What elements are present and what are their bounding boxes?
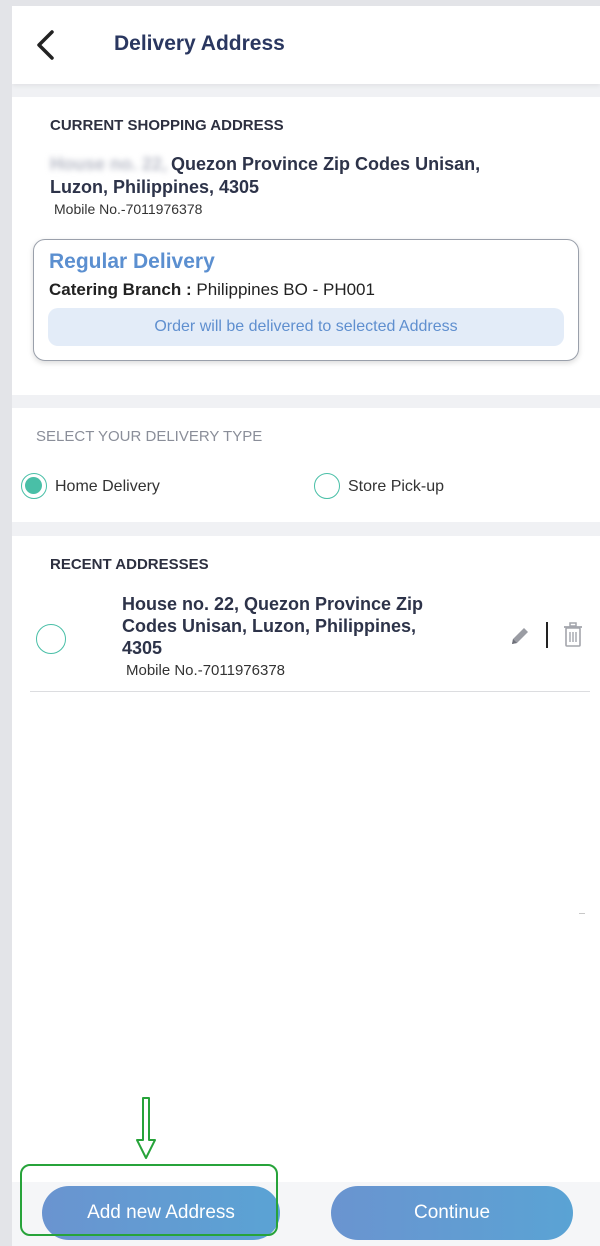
current-address-mobile: Mobile No.-7011976378 [54, 201, 203, 217]
arrow-down-icon [136, 1097, 156, 1159]
scroll-indicator [579, 913, 585, 914]
store-pickup-label[interactable]: Store Pick-up [348, 478, 444, 496]
app-header: Delivery Address [12, 6, 600, 84]
home-delivery-radio[interactable] [21, 473, 47, 499]
delivery-type-card: SELECT YOUR DELIVERY TYPE Home Delivery … [12, 408, 600, 522]
trash-icon[interactable] [562, 622, 584, 648]
bottom-action-bar: Add new Address Continue [12, 1182, 600, 1246]
current-address-line1-text: Quezon Province Zip Codes Unisan, [171, 154, 481, 174]
recent-address-line3: 4305 [122, 638, 163, 658]
app-screen: Delivery Address CURRENT SHOPPING ADDRES… [12, 6, 600, 1246]
continue-button[interactable]: Continue [331, 1186, 573, 1240]
recent-addresses-card: RECENT ADDRESSES House no. 22, Quezon Pr… [12, 536, 600, 1186]
current-address-line2: Luzon, Philippines, 4305 [50, 177, 260, 197]
delivery-type-label: SELECT YOUR DELIVERY TYPE [36, 428, 263, 445]
pencil-icon[interactable] [508, 624, 532, 648]
delivery-info-box: Regular Delivery Catering Branch : Phili… [33, 239, 579, 361]
recent-address-line1: House no. 22, Quezon Province Zip [122, 594, 424, 614]
recent-address-mobile: Mobile No.-7011976378 [126, 662, 286, 679]
page-title: Delivery Address [114, 32, 285, 55]
current-address-label: CURRENT SHOPPING ADDRESS [50, 117, 284, 134]
home-delivery-label[interactable]: Home Delivery [55, 478, 160, 496]
catering-branch-value: Philippines BO - PH001 [191, 280, 375, 299]
redacted-house-number: House no. 22, [50, 154, 168, 174]
catering-branch: Catering Branch : Philippines BO - PH001 [49, 280, 375, 300]
current-address-card: CURRENT SHOPPING ADDRESS House no. 22, Qu… [12, 97, 600, 395]
list-item[interactable]: House no. 22, Quezon Province Zip Codes … [30, 588, 590, 692]
store-pickup-radio[interactable] [314, 473, 340, 499]
recent-address-line2: Codes Unisan, Luzon, Philippines, [122, 616, 417, 636]
catering-branch-key: Catering Branch : [49, 280, 192, 299]
delivery-mode-title: Regular Delivery [49, 250, 215, 273]
recent-addresses-label: RECENT ADDRESSES [50, 556, 209, 573]
chevron-left-icon[interactable] [32, 28, 60, 62]
recent-address-radio[interactable] [36, 624, 66, 654]
add-new-address-button[interactable]: Add new Address [42, 1186, 280, 1240]
current-address-line1: House no. 22, Quezon Province Zip Codes U… [50, 154, 480, 175]
delivery-notice: Order will be delivered to selected Addr… [48, 308, 564, 346]
action-divider [546, 622, 548, 648]
